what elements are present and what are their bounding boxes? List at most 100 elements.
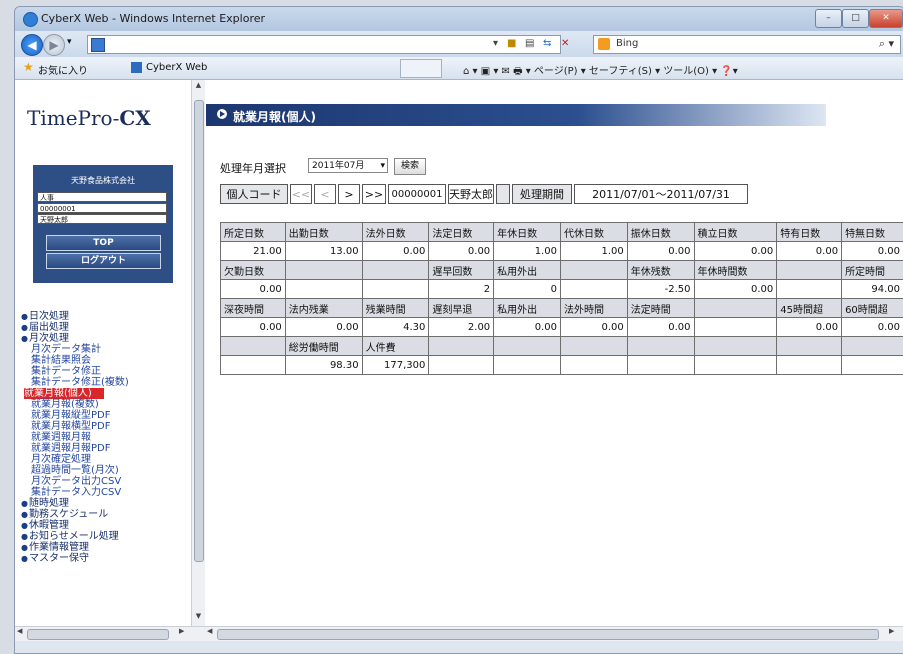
table-value-cell: 0.00 xyxy=(842,242,903,261)
dept-field: 人事 xyxy=(37,192,167,202)
bing-icon xyxy=(598,38,610,50)
search-provider: Bing xyxy=(616,38,638,49)
person-code-label: 個人コード xyxy=(220,184,288,204)
month-select-label: 処理年月選択 xyxy=(220,160,286,176)
scroll-right-icon[interactable]: ▶ xyxy=(179,627,184,635)
menu-item[interactable]: 就業月報横型PDF xyxy=(21,421,186,432)
menu-category[interactable]: 勤務スケジュール xyxy=(21,509,186,520)
left-vertical-scrollbar[interactable]: ▲ ▼ xyxy=(191,80,205,626)
table-header-cell: 出勤日数 xyxy=(285,223,362,242)
employee-no-field: 00000001 xyxy=(37,203,167,213)
command-bar[interactable]: ⌂ ▾ ▣ ▾ ✉ 🖶 ▾ ページ(P) ▾ セーフティ(S) ▾ ツール(O)… xyxy=(463,62,738,81)
search-box[interactable]: Bing ⌕ ▾ xyxy=(593,35,901,54)
table-value-cell: 0.00 xyxy=(362,242,429,261)
table-row: 所定日数出勤日数法外日数法定日数年休日数代休日数振休日数積立日数特有日数特無日数 xyxy=(221,223,903,242)
lock-icon[interactable]: ■ xyxy=(507,36,516,51)
side-menu: 日次処理届出処理月次処理月次データ集計集計結果照会集計データ修正集計データ修正(… xyxy=(21,311,186,564)
history-dropdown-icon[interactable]: ▾ xyxy=(67,37,72,47)
menu-item[interactable]: 就業月報(複数) xyxy=(21,399,186,410)
table-value-cell: 0.00 xyxy=(285,318,362,337)
table-header-cell: 私用外出 xyxy=(494,299,561,318)
forward-button[interactable]: ▶ xyxy=(43,34,65,56)
menu-category[interactable]: 届出処理 xyxy=(21,322,186,333)
table-header-cell: 60時間超 xyxy=(842,299,903,318)
menu-item[interactable]: 月次データ集計 xyxy=(21,344,186,355)
person-name-value: 天野太郎 xyxy=(448,184,494,204)
table-header-cell: 私用外出 xyxy=(494,261,561,280)
menu-item[interactable]: 月次確定処理 xyxy=(21,454,186,465)
logout-button[interactable]: ログアウト xyxy=(46,253,161,269)
menu-item[interactable]: 就業月報(個人) xyxy=(24,388,104,399)
menu-category[interactable]: 休暇管理 xyxy=(21,520,186,531)
table-value-cell: 4.30 xyxy=(362,318,429,337)
maximize-button[interactable]: □ xyxy=(842,9,869,28)
header-bullet-icon xyxy=(217,109,227,119)
company-name: 天野食品株式会社 xyxy=(33,175,173,186)
menu-item[interactable]: 月次データ出力CSV xyxy=(21,476,186,487)
table-header-cell: 特無日数 xyxy=(842,223,903,242)
stop-icon[interactable]: ✕ xyxy=(561,36,569,51)
main-scroll-left-icon[interactable]: ◀ xyxy=(207,627,212,635)
table-value-cell: 0.00 xyxy=(842,318,903,337)
timepro-logo: TimePro-CX xyxy=(27,106,151,130)
new-tab-button[interactable] xyxy=(400,59,442,78)
table-value-cell xyxy=(362,280,429,299)
lookup-button[interactable] xyxy=(496,184,510,204)
scroll-down-icon[interactable]: ▼ xyxy=(192,612,205,624)
tab-cyberx-web[interactable]: CyberX Web xyxy=(146,62,207,73)
scroll-thumb[interactable] xyxy=(194,100,204,562)
menu-item[interactable]: 就業月報縦型PDF xyxy=(21,410,186,421)
address-dropdown-icon[interactable]: ▾ xyxy=(493,36,498,51)
left-scroll-thumb[interactable] xyxy=(27,629,169,640)
menu-item[interactable]: 就業週報月報PDF xyxy=(21,443,186,454)
table-header-cell xyxy=(494,337,561,356)
menu-item[interactable]: 集計データ修正 xyxy=(21,366,186,377)
window-title: CyberX Web - Windows Internet Explorer xyxy=(41,12,265,25)
table-header-cell: 法定時間 xyxy=(627,299,694,318)
menu-category[interactable]: 随時処理 xyxy=(21,498,186,509)
main-scroll-right-icon[interactable]: ▶ xyxy=(889,627,894,635)
top-button[interactable]: TOP xyxy=(46,235,161,251)
menu-item[interactable]: 集計結果照会 xyxy=(21,355,186,366)
menu-category[interactable]: 作業情報管理 xyxy=(21,542,186,553)
person-nav-row: 個人コード << < > >> 00000001 天野太郎 処理期間 2011/… xyxy=(220,184,770,206)
main-scroll-thumb[interactable] xyxy=(217,629,879,640)
refresh-icon[interactable]: ⇆ xyxy=(543,36,551,51)
table-value-cell: 177,300 xyxy=(362,356,429,375)
first-button[interactable]: << xyxy=(290,184,312,204)
menu-item[interactable]: 集計データ修正(複数) xyxy=(21,377,186,388)
scroll-left-icon[interactable]: ◀ xyxy=(17,627,22,635)
address-field[interactable] xyxy=(87,35,561,54)
tab-page-icon xyxy=(131,62,142,73)
menu-category[interactable]: マスター保守 xyxy=(21,553,186,564)
favorites-button[interactable]: お気に入り xyxy=(38,62,88,77)
menu-item[interactable]: 就業週報月報 xyxy=(21,432,186,443)
menu-category[interactable]: 月次処理 xyxy=(21,333,186,344)
scroll-up-icon[interactable]: ▲ xyxy=(192,81,205,93)
next-button[interactable]: > xyxy=(338,184,360,204)
table-header-cell xyxy=(221,337,286,356)
prev-button[interactable]: < xyxy=(314,184,336,204)
favorites-star-icon[interactable]: ★ xyxy=(23,60,34,74)
table-value-cell: 0.00 xyxy=(494,318,561,337)
menu-category[interactable]: お知らせメール処理 xyxy=(21,531,186,542)
menu-item[interactable]: 超過時間一覧(月次) xyxy=(21,465,186,476)
back-button[interactable]: ◀ xyxy=(21,34,43,56)
search-button[interactable]: 検索 xyxy=(394,158,426,175)
compat-view-icon[interactable]: ▤ xyxy=(525,36,534,51)
minimize-button[interactable]: – xyxy=(815,9,842,28)
title-bar: CyberX Web - Windows Internet Explorer –… xyxy=(15,7,903,31)
last-button[interactable]: >> xyxy=(362,184,386,204)
search-icon[interactable]: ⌕ ▾ xyxy=(879,37,894,51)
table-row: 0.000.004.302.000.000.000.000.000.00 xyxy=(221,318,903,337)
menu-item[interactable]: 集計データ入力CSV xyxy=(21,487,186,498)
horizontal-scrollbars[interactable]: ◀ ▶ ◀ ▶ xyxy=(15,626,903,641)
person-code-value: 00000001 xyxy=(388,184,446,204)
table-header-cell xyxy=(694,299,777,318)
table-header-cell xyxy=(694,337,777,356)
month-dropdown[interactable]: 2011年07月 xyxy=(308,158,388,173)
close-button[interactable]: ✕ xyxy=(869,9,903,28)
table-value-cell: 0.00 xyxy=(560,318,627,337)
menu-category[interactable]: 日次処理 xyxy=(21,311,186,322)
table-header-cell xyxy=(429,337,494,356)
